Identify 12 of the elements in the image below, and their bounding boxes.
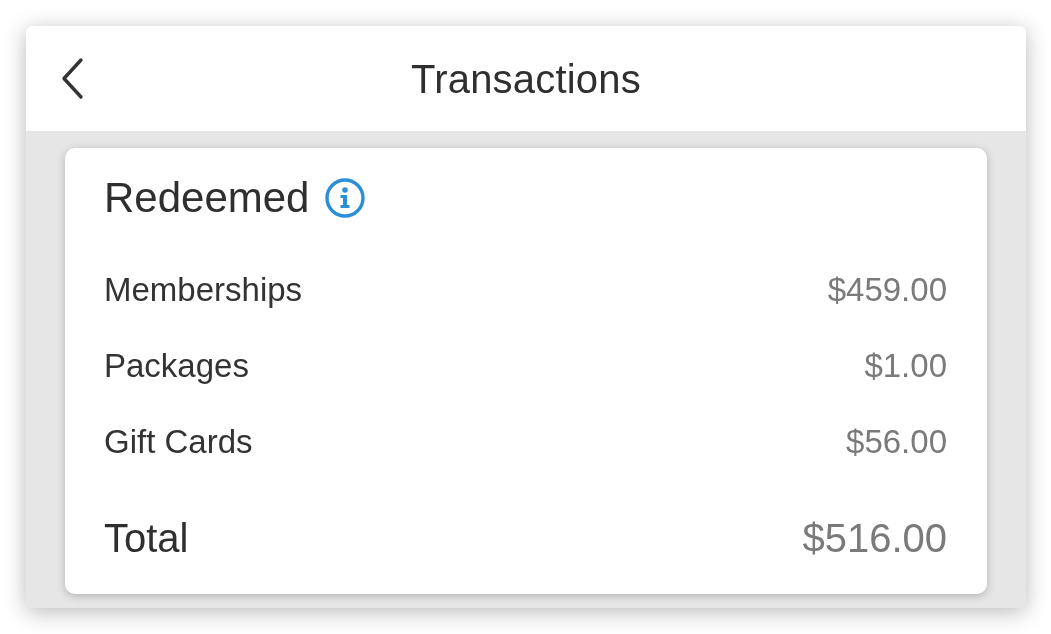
page-title: Transactions bbox=[411, 55, 641, 103]
back-icon bbox=[60, 57, 85, 100]
total-label: Total bbox=[104, 515, 189, 562]
card-title: Redeemed bbox=[104, 173, 310, 223]
row-amount: $1.00 bbox=[864, 346, 947, 387]
info-icon[interactable] bbox=[325, 178, 366, 218]
row-amount: $56.00 bbox=[846, 422, 947, 463]
row-amount: $459.00 bbox=[827, 270, 947, 311]
row-label: Memberships bbox=[104, 270, 303, 311]
row-label: Gift Cards bbox=[104, 422, 253, 463]
row-label: Packages bbox=[104, 346, 249, 387]
total-amount: $516.00 bbox=[802, 515, 947, 562]
